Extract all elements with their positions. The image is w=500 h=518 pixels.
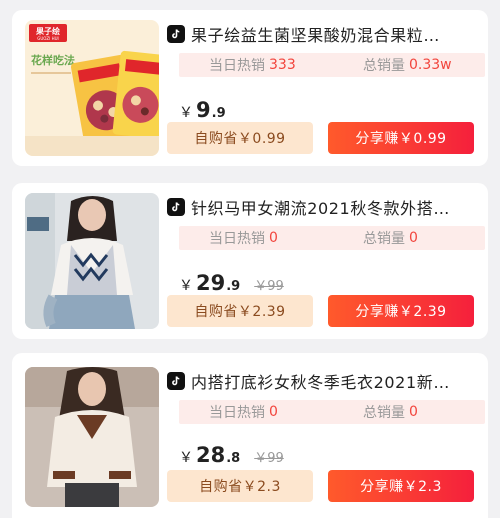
brand-text: 果子绘: [35, 26, 60, 36]
price: ￥ 28 .8 ￥99: [179, 443, 284, 467]
share-earn-button[interactable]: 分享赚￥2.39: [328, 295, 474, 327]
tiktok-icon: [167, 372, 185, 390]
total-sales: 总销量 0: [363, 404, 418, 421]
sweater-photo: [25, 367, 159, 507]
svg-text:GUOZI HUI: GUOZI HUI: [37, 36, 58, 41]
sales-stats: 当日热销 0 总销量 0: [179, 226, 485, 250]
snack-package-image: 果子绘 GUOZI HUI 花样吃法: [25, 20, 159, 156]
product-title: 内搭打底衫女秋冬季毛衣2021新…: [191, 373, 450, 392]
title-row[interactable]: 针织马甲女潮流2021秋冬款外搭…: [167, 196, 479, 218]
original-price: ￥99: [254, 451, 284, 466]
tiktok-icon: [167, 198, 185, 216]
total-sales: 总销量 0.33w: [363, 57, 452, 74]
self-buy-button[interactable]: 自购省￥2.39: [167, 295, 313, 327]
share-earn-button[interactable]: 分享赚￥0.99: [328, 122, 474, 154]
title-row[interactable]: 果子绘益生菌坚果酸奶混合果粒…: [167, 23, 479, 45]
slogan-text: 花样吃法: [31, 53, 75, 67]
daily-sales: 当日热销 0: [209, 230, 278, 247]
total-sales: 总销量 0: [363, 230, 418, 247]
price: ￥ 9 .9: [179, 98, 226, 122]
product-card[interactable]: 果子绘 GUOZI HUI 花样吃法 果子绘益生菌坚果酸奶混合果粒… 当日热销 …: [12, 10, 488, 166]
original-price: ￥99: [254, 279, 284, 294]
product-thumbnail[interactable]: 果子绘 GUOZI HUI 花样吃法: [25, 20, 159, 156]
sales-stats: 当日热销 333 总销量 0.33w: [179, 53, 485, 77]
share-earn-button[interactable]: 分享赚￥2.3: [328, 470, 474, 502]
self-buy-button[interactable]: 自购省￥2.3: [167, 470, 313, 502]
product-card[interactable]: 内搭打底衫女秋冬季毛衣2021新… 当日热销 0 总销量 0 ￥ 28 .8 ￥…: [12, 353, 488, 518]
product-title: 针织马甲女潮流2021秋冬款外搭…: [191, 199, 450, 218]
product-thumbnail[interactable]: [25, 193, 159, 329]
product-feed: 果子绘 GUOZI HUI 花样吃法 果子绘益生菌坚果酸奶混合果粒… 当日热销 …: [0, 0, 500, 518]
price: ￥ 29 .9 ￥99: [179, 271, 284, 295]
product-title: 果子绘益生菌坚果酸奶混合果粒…: [191, 26, 441, 45]
sales-stats: 当日热销 0 总销量 0: [179, 400, 485, 424]
daily-sales: 当日热销 0: [209, 404, 278, 421]
product-thumbnail[interactable]: [25, 367, 159, 507]
self-buy-button[interactable]: 自购省￥0.99: [167, 122, 313, 154]
product-card[interactable]: 针织马甲女潮流2021秋冬款外搭… 当日热销 0 总销量 0 ￥ 29 .9 ￥…: [12, 183, 488, 339]
knit-vest-photo: [25, 193, 159, 329]
daily-sales: 当日热销 333: [209, 57, 296, 74]
tiktok-icon: [167, 25, 185, 43]
title-row[interactable]: 内搭打底衫女秋冬季毛衣2021新…: [167, 370, 479, 392]
